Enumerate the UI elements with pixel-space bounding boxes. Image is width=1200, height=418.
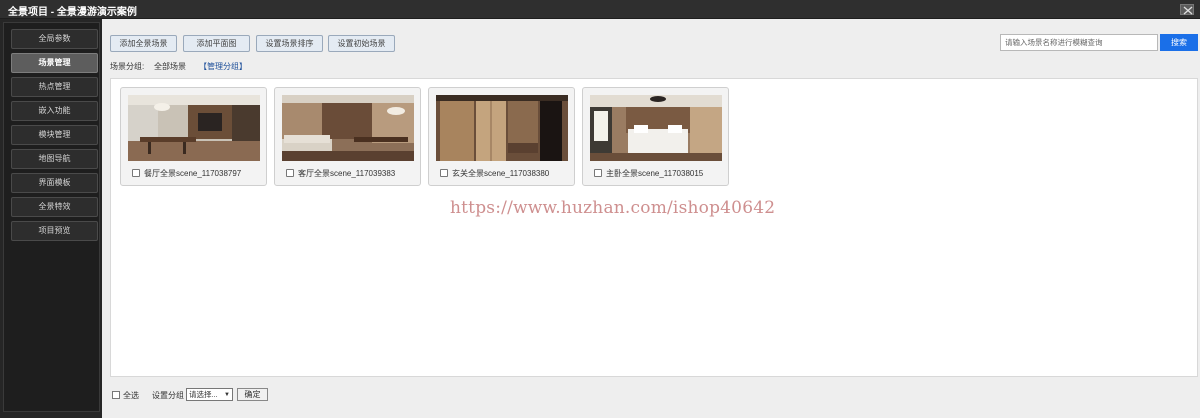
- sidebar-panel: 全局参数 场景管理 热点管理 嵌入功能 模块管理 地图导航 界面模板 全景特效 …: [3, 22, 100, 412]
- close-icon: [1183, 6, 1193, 15]
- main-panel: 添加全景场景 添加平面图 设置场景排序 设置初始场景 请输入场景名称进行模糊查询…: [102, 19, 1200, 418]
- scene-thumbnail[interactable]: [128, 95, 260, 161]
- scene-list: 餐厅全景scene_117038797 客厅全景scene_117039383 …: [110, 78, 1198, 377]
- scene-thumbnail[interactable]: [590, 95, 722, 161]
- sidebar-item-hotspot-manage[interactable]: 热点管理: [11, 77, 98, 97]
- manage-group-link[interactable]: 【管理分组】: [199, 61, 247, 72]
- watermark-text: https://www.huzhan.com/ishop40642: [450, 198, 776, 218]
- scene-name: 玄关全景scene_117038380: [452, 169, 550, 178]
- sidebar-item-ui-template[interactable]: 界面模板: [11, 173, 98, 193]
- confirm-button[interactable]: 确定: [237, 388, 268, 401]
- scene-card[interactable]: 主卧全景scene_117038015: [582, 87, 729, 186]
- scene-name: 餐厅全景scene_117038797: [144, 169, 242, 178]
- sidebar: 全局参数 场景管理 热点管理 嵌入功能 模块管理 地图导航 界面模板 全景特效 …: [0, 19, 102, 418]
- sidebar-item-scene-manage[interactable]: 场景管理: [11, 53, 98, 73]
- sidebar-item-effects[interactable]: 全景特效: [11, 197, 98, 217]
- scene-card[interactable]: 客厅全景scene_117039383: [274, 87, 421, 186]
- sort-scenes-button[interactable]: 设置场景排序: [256, 35, 323, 52]
- scene-thumbnail[interactable]: [436, 95, 568, 161]
- scene-checkbox[interactable]: [286, 169, 294, 177]
- sidebar-item-global-params[interactable]: 全局参数: [11, 29, 98, 49]
- add-floorplan-button[interactable]: 添加平面图: [183, 35, 250, 52]
- scene-checkbox[interactable]: [594, 169, 602, 177]
- select-all-label: 全选: [123, 391, 139, 400]
- title-bar: 全景项目 - 全景漫游演示案例: [0, 0, 1200, 19]
- add-scene-button[interactable]: 添加全景场景: [110, 35, 177, 52]
- scene-name: 主卧全景scene_117038015: [606, 169, 704, 178]
- scene-name: 客厅全景scene_117039383: [298, 169, 396, 178]
- scene-checkbox[interactable]: [440, 169, 448, 177]
- group-select-value: 请选择...: [189, 390, 218, 399]
- chevron-down-icon: ▼: [224, 392, 230, 398]
- close-button[interactable]: [1180, 4, 1194, 15]
- sidebar-item-module-manage[interactable]: 模块管理: [11, 125, 98, 145]
- search-input[interactable]: 请输入场景名称进行模糊查询: [1000, 34, 1158, 51]
- sidebar-item-embed[interactable]: 嵌入功能: [11, 101, 98, 121]
- group-select[interactable]: 请选择... ▼: [186, 388, 233, 401]
- footer-bar: 全选 设置分组 请选择... ▼ 确定: [110, 387, 510, 403]
- select-all-checkbox[interactable]: [112, 391, 120, 399]
- scene-card[interactable]: 餐厅全景scene_117038797: [120, 87, 267, 186]
- scene-checkbox[interactable]: [132, 169, 140, 177]
- group-current[interactable]: 全部场景: [154, 61, 186, 72]
- sidebar-item-map-nav[interactable]: 地图导航: [11, 149, 98, 169]
- group-label: 场景分组:: [110, 62, 145, 71]
- initial-scene-button[interactable]: 设置初始场景: [328, 35, 395, 52]
- set-group-label: 设置分组: [152, 391, 184, 400]
- scene-thumbnail[interactable]: [282, 95, 414, 161]
- scene-card[interactable]: 玄关全景scene_117038380: [428, 87, 575, 186]
- window-title: 全景项目 - 全景漫游演示案例: [8, 7, 137, 18]
- search-button[interactable]: 搜索: [1160, 34, 1198, 51]
- sidebar-item-preview[interactable]: 项目预览: [11, 221, 98, 241]
